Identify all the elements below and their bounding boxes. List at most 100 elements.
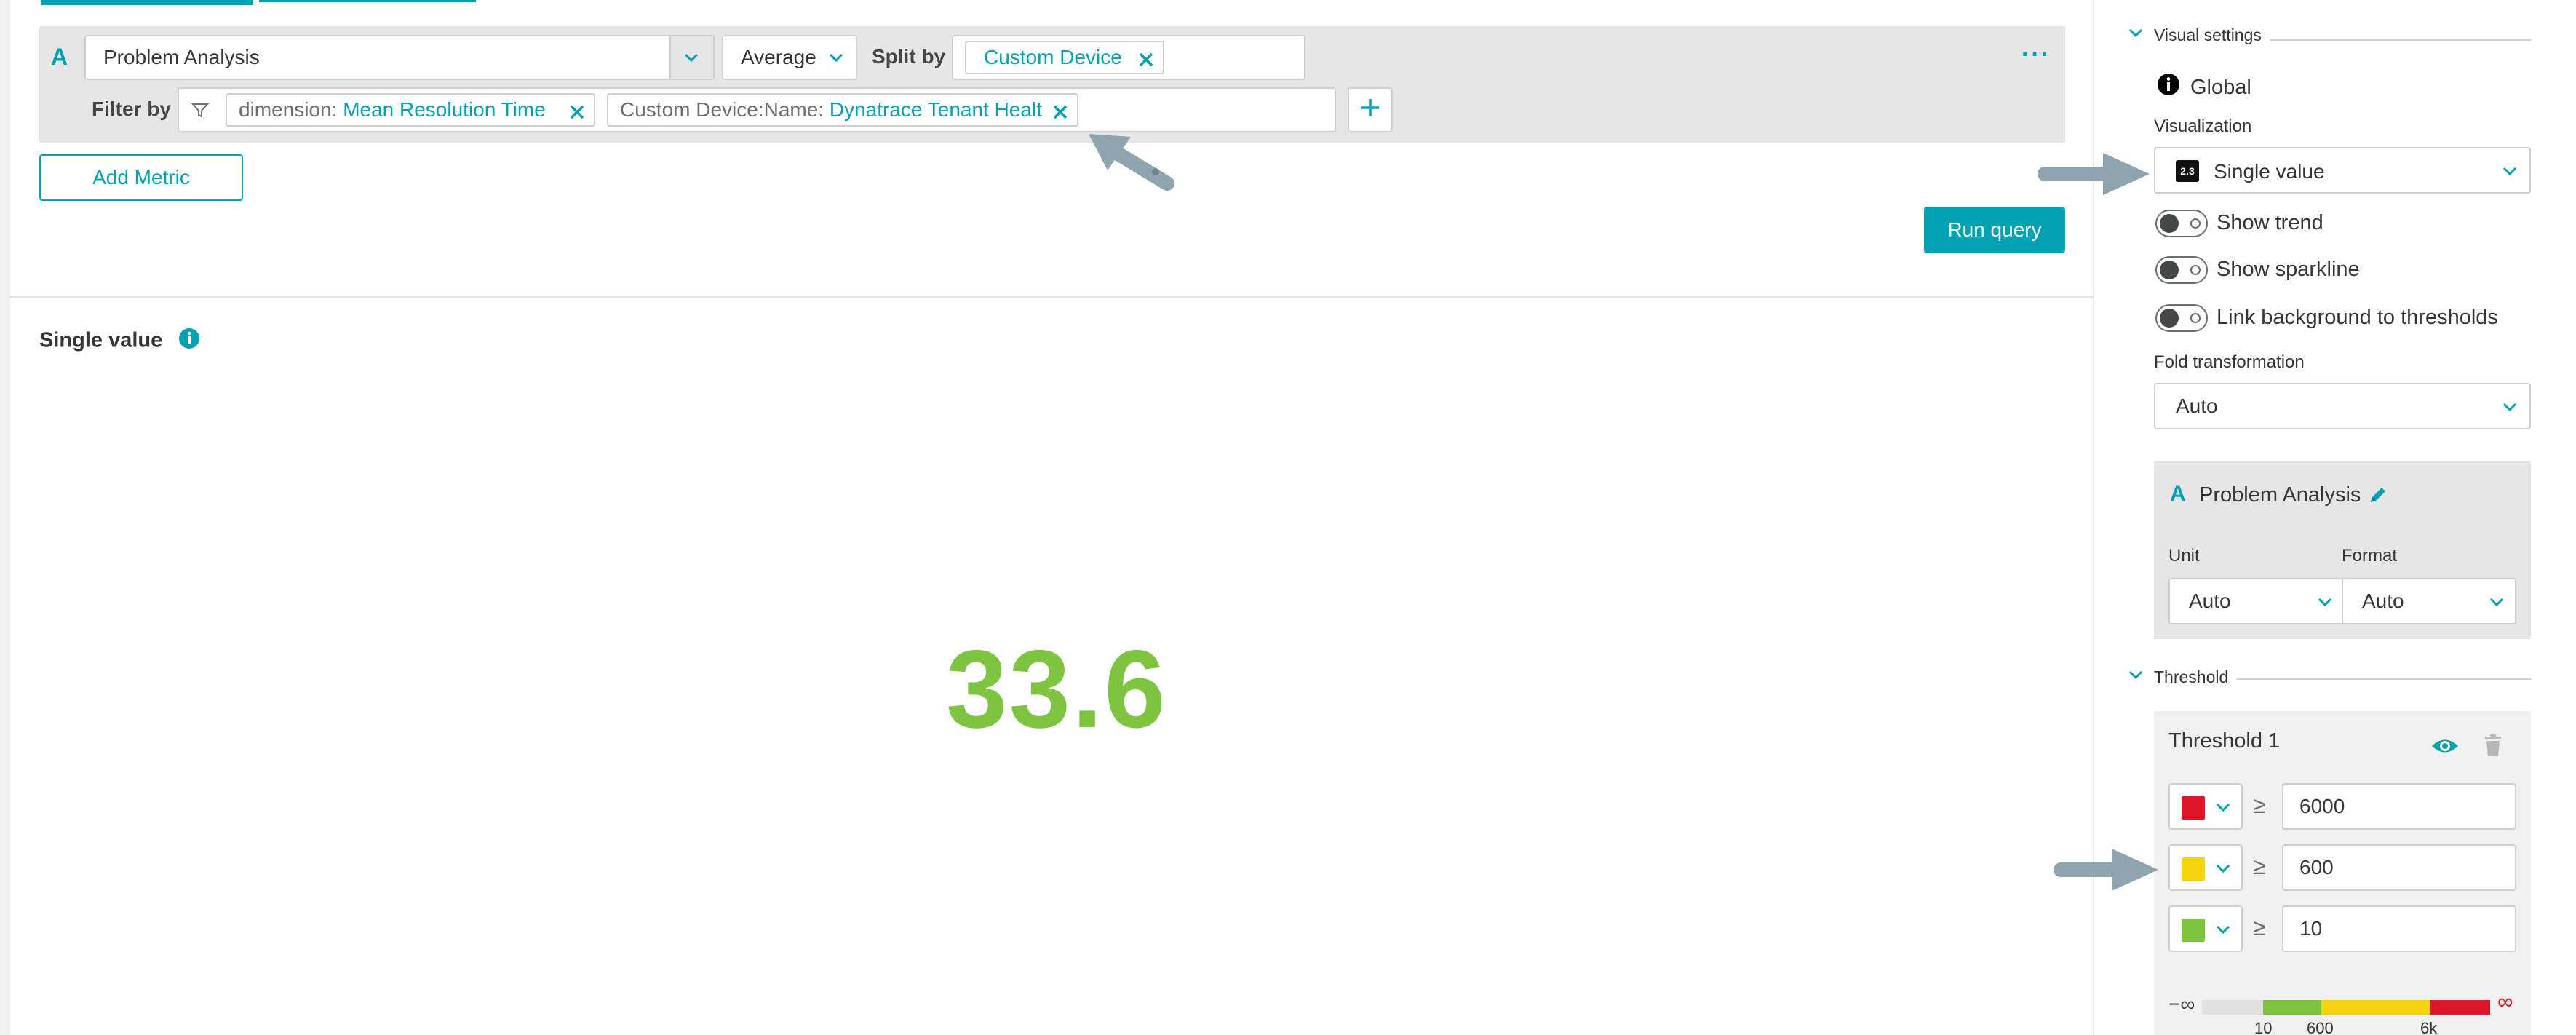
annotation-arrow-icon xyxy=(2052,847,2161,896)
tab-inactive-indicator[interactable] xyxy=(259,0,476,2)
show-trend-toggle[interactable] xyxy=(2155,210,2208,237)
color-swatch xyxy=(2182,796,2205,820)
section-rule xyxy=(2237,678,2531,680)
left-edge xyxy=(0,0,10,1035)
unit-value: Auto xyxy=(2189,590,2231,612)
trash-icon[interactable] xyxy=(2483,734,2503,761)
show-sparkline-label: Show sparkline xyxy=(2217,258,2360,281)
run-query-button[interactable]: Run query xyxy=(1924,207,2065,253)
visualization-select[interactable]: 2.3 Single value xyxy=(2154,147,2531,194)
scale-segment-red xyxy=(2430,1000,2490,1015)
format-label: Format xyxy=(2342,546,2398,566)
gte-symbol: ≥ xyxy=(2253,853,2266,879)
format-select[interactable]: Auto xyxy=(2342,578,2516,624)
filter-chip-value: Dynatrace Tenant Healt xyxy=(829,98,1042,121)
unit-select[interactable]: Auto xyxy=(2168,578,2345,624)
filter-chip-custom-device[interactable]: Custom Device:Name: Dynatrace Tenant Hea… xyxy=(607,93,1078,127)
close-icon[interactable] xyxy=(1052,102,1068,119)
scale-tick: 600 xyxy=(2307,1019,2334,1035)
metric-name: Problem Analysis xyxy=(2199,483,2361,507)
scale-tick: 10 xyxy=(2254,1019,2273,1035)
threshold-section-label: Threshold xyxy=(2154,667,2229,686)
metric-letter: A xyxy=(2170,482,2186,506)
info-icon xyxy=(2157,73,2180,102)
link-background-label: Link background to thresholds xyxy=(2217,306,2498,329)
filter-chip-key: Custom Device:Name: xyxy=(620,98,824,121)
fold-transformation-value: Auto xyxy=(2176,394,2218,417)
info-icon[interactable] xyxy=(178,328,200,355)
chevron-down-icon xyxy=(2128,667,2144,687)
close-icon[interactable] xyxy=(569,102,585,119)
threshold-color-select-red[interactable] xyxy=(2168,783,2243,830)
scale-pos-infinity: ∞ xyxy=(2497,990,2513,1014)
visual-settings-section[interactable]: Visual settings xyxy=(2128,25,2262,45)
chevron-down-icon xyxy=(2317,594,2333,610)
close-icon[interactable] xyxy=(1138,49,1154,67)
aggregation-select[interactable]: Average xyxy=(722,35,857,80)
chevron-down-icon xyxy=(2215,799,2231,815)
scale-neg-infinity: −∞ xyxy=(2168,993,2195,1015)
show-sparkline-toggle[interactable] xyxy=(2155,256,2208,284)
divider xyxy=(10,296,2094,298)
show-trend-label: Show trend xyxy=(2217,211,2323,234)
chevron-down-icon xyxy=(2489,594,2505,610)
threshold-color-select-green[interactable] xyxy=(2168,905,2243,952)
visual-settings-label: Visual settings xyxy=(2154,25,2262,44)
gte-symbol: ≥ xyxy=(2253,914,2266,940)
query-row-letter: A xyxy=(51,44,68,70)
filter-by-label: Filter by xyxy=(92,98,171,120)
visualization-label: Visualization xyxy=(2154,116,2252,136)
metric-select-value: Problem Analysis xyxy=(103,46,260,68)
format-value: Auto xyxy=(2362,590,2404,612)
eye-icon[interactable] xyxy=(2430,737,2460,759)
single-value-display: 33.6 xyxy=(946,627,1167,751)
metric-select[interactable]: Problem Analysis xyxy=(84,35,715,80)
gte-symbol: ≥ xyxy=(2253,792,2266,818)
annotation-arrow-icon xyxy=(2036,151,2152,200)
threshold-section[interactable]: Threshold xyxy=(2128,667,2228,687)
add-filter-button[interactable] xyxy=(1348,87,1393,132)
chevron-down-icon xyxy=(2502,163,2518,179)
filter-chip-key: dimension: xyxy=(239,98,338,121)
color-swatch xyxy=(2182,857,2205,881)
scale-segment-gray xyxy=(2202,1000,2263,1015)
threshold-value-input[interactable]: 6000 xyxy=(2282,783,2516,830)
chevron-down-icon xyxy=(2215,860,2231,876)
split-by-chip-label: Custom Device xyxy=(984,46,1122,68)
aggregation-value: Average xyxy=(741,46,816,68)
visualization-title: Single value xyxy=(39,328,200,355)
more-options-icon[interactable]: ··· xyxy=(2022,41,2051,69)
annotation-arrow-icon xyxy=(1086,128,1180,194)
threshold-title: Threshold 1 xyxy=(2168,729,2281,753)
filter-icon xyxy=(191,100,210,119)
chevron-down-icon xyxy=(2128,25,2144,45)
unit-label: Unit xyxy=(2168,546,2200,566)
filter-chip-dimension[interactable]: dimension: Mean Resolution Time xyxy=(226,93,595,127)
global-label: Global xyxy=(2190,75,2251,99)
filter-chip-value: Mean Resolution Time xyxy=(343,98,546,121)
section-rule xyxy=(2270,39,2531,41)
scale-tick: 6k xyxy=(2420,1019,2438,1035)
chevron-down-icon xyxy=(828,49,844,66)
global-row: Global xyxy=(2157,73,2251,102)
chevron-down-icon xyxy=(2502,399,2518,415)
scale-segment-green xyxy=(2263,1000,2321,1015)
color-swatch xyxy=(2182,919,2205,942)
visualization-title-text: Single value xyxy=(39,328,163,352)
pencil-icon[interactable] xyxy=(2368,485,2388,509)
single-value-icon: 2.3 xyxy=(2176,160,2199,182)
add-metric-button[interactable]: Add Metric xyxy=(39,154,243,201)
threshold-value-input[interactable]: 10 xyxy=(2282,905,2516,952)
scale-segment-yellow xyxy=(2321,1000,2430,1015)
threshold-color-select-yellow[interactable] xyxy=(2168,844,2243,891)
fold-transformation-select[interactable]: Auto xyxy=(2154,383,2531,429)
visualization-select-value: Single value xyxy=(2214,160,2325,183)
threshold-value-input[interactable]: 600 xyxy=(2282,844,2516,891)
chevron-down-icon xyxy=(683,49,699,66)
link-background-toggle[interactable] xyxy=(2155,304,2208,332)
plus-icon xyxy=(1359,97,1381,124)
chevron-down-icon xyxy=(2215,921,2231,937)
split-by-label: Split by xyxy=(872,45,946,68)
split-by-chip[interactable]: Custom Device xyxy=(965,41,1164,74)
tab-active-indicator[interactable] xyxy=(41,0,253,5)
